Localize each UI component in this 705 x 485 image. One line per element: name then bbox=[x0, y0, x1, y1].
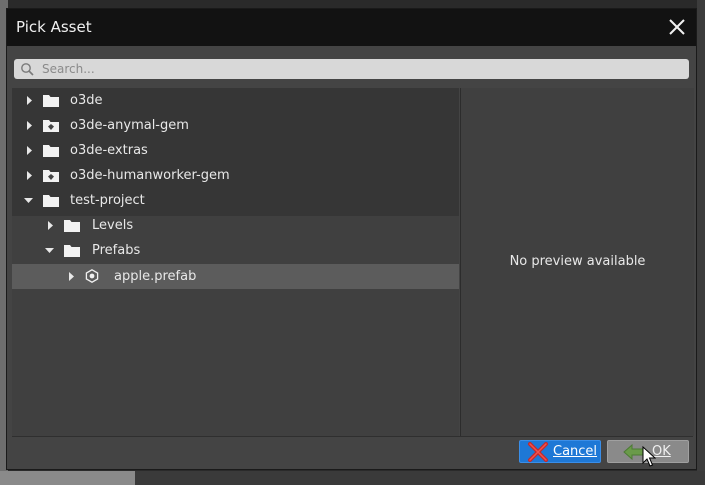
preview-pane: No preview available bbox=[460, 88, 694, 436]
search-input[interactable] bbox=[42, 59, 682, 79]
folder-icon bbox=[64, 220, 80, 232]
tree-item-label: apple.prefab bbox=[114, 269, 197, 284]
asset-tree: o3de o3de-anymal-gem o3de-extras o3de-hu… bbox=[12, 88, 459, 436]
chevron-right-icon[interactable] bbox=[25, 121, 34, 130]
prefab-icon bbox=[85, 269, 99, 283]
cancel-button[interactable]: Cancel bbox=[519, 440, 601, 463]
search-icon bbox=[21, 63, 34, 76]
tree-item-test-project[interactable]: test-project bbox=[12, 188, 459, 213]
tree-item-o3de-anymal-gem[interactable]: o3de-anymal-gem bbox=[12, 113, 459, 138]
preview-message: No preview available bbox=[509, 254, 646, 269]
cancel-button-label: Cancel bbox=[553, 444, 598, 459]
folder-icon bbox=[43, 145, 59, 157]
tree-item-label: o3de-extras bbox=[70, 143, 148, 158]
gem-icon bbox=[43, 120, 59, 132]
chevron-down-icon[interactable] bbox=[45, 246, 54, 255]
tree-item-label: Levels bbox=[92, 218, 134, 233]
close-icon bbox=[669, 19, 685, 35]
mouse-cursor-icon bbox=[642, 446, 656, 467]
tree-item-levels[interactable]: Levels bbox=[12, 213, 459, 238]
folder-icon bbox=[43, 95, 59, 107]
tree-item-label: test-project bbox=[70, 193, 145, 208]
tree-item-apple-prefab[interactable]: apple.prefab bbox=[12, 264, 459, 289]
chevron-right-icon[interactable] bbox=[67, 272, 76, 281]
tree-item-prefabs[interactable]: Prefabs bbox=[12, 238, 459, 263]
folder-icon bbox=[64, 245, 80, 257]
dialog-titlebar: Pick Asset bbox=[7, 9, 696, 46]
folder-icon bbox=[43, 195, 59, 207]
cancel-x-icon bbox=[528, 442, 548, 462]
chevron-right-icon[interactable] bbox=[46, 221, 55, 230]
background-app-right bbox=[697, 0, 705, 485]
pick-asset-dialog: Pick Asset o3de o3 bbox=[6, 8, 697, 470]
search-box bbox=[14, 59, 689, 79]
tree-item-o3de-extras[interactable]: o3de-extras bbox=[12, 138, 459, 163]
chevron-right-icon[interactable] bbox=[25, 146, 34, 155]
dialog-title: Pick Asset bbox=[16, 18, 92, 36]
tree-item-label: o3de-anymal-gem bbox=[70, 118, 189, 133]
footer-divider bbox=[12, 436, 693, 437]
tree-item-label: Prefabs bbox=[92, 243, 141, 258]
tree-item-o3de[interactable]: o3de bbox=[12, 88, 459, 113]
close-button[interactable] bbox=[666, 16, 688, 38]
tree-item-label: o3de-humanworker-gem bbox=[70, 168, 230, 183]
chevron-right-icon[interactable] bbox=[25, 171, 34, 180]
tree-item-o3de-humanworker-gem[interactable]: o3de-humanworker-gem bbox=[12, 163, 459, 188]
background-app-bottom-left bbox=[0, 471, 135, 485]
chevron-right-icon[interactable] bbox=[25, 96, 34, 105]
gem-icon bbox=[43, 170, 59, 182]
chevron-down-icon[interactable] bbox=[24, 196, 33, 205]
tree-item-label: o3de bbox=[70, 93, 103, 108]
